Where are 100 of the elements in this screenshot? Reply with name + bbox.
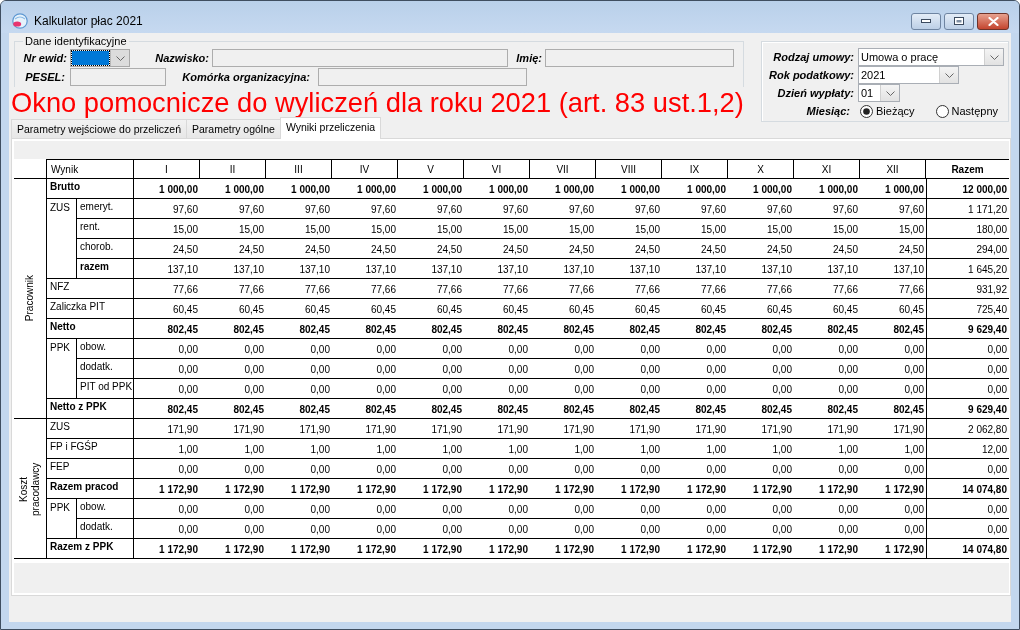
chevron-down-icon [885,90,895,96]
table-cell: 14 074,80 [926,539,1009,559]
table-cell: 97,60 [398,199,464,219]
table-cell: 0,00 [134,499,200,519]
text-field[interactable] [545,49,734,67]
table-cell: 0,00 [596,499,662,519]
table-cell: 15,00 [134,219,200,239]
table-cell: 1 172,90 [332,539,398,559]
minimize-button[interactable] [911,12,941,30]
dropdown-button[interactable] [880,85,899,101]
table-cell: 0,00 [596,459,662,479]
column-header: VIII [596,159,662,179]
table-cell: 60,45 [530,299,596,319]
table-cell: 0,00 [794,359,860,379]
table-cell: 0,00 [926,519,1009,539]
field-label: Dzień wypłaty: [776,87,854,99]
table-cell: 97,60 [794,199,860,219]
close-icon [987,16,999,26]
table-cell: 1,00 [464,439,530,459]
table-cell: 0,00 [332,379,398,399]
subgroup-label: ZUS [50,202,70,213]
row-label: rent. [77,219,134,239]
combo-box[interactable] [70,49,130,67]
table-cell: 171,90 [662,419,728,439]
table-cell: 0,00 [596,379,662,399]
radio-option[interactable]: Następny [935,104,998,118]
table-cell: 1 172,90 [530,479,596,499]
combo-box[interactable]: Umowa o pracę [858,48,1004,66]
chevron-down-icon [944,72,954,78]
table-cell: 24,50 [332,239,398,259]
table-cell: 24,50 [794,239,860,259]
table-cell: 1,00 [134,439,200,459]
radio-option[interactable]: Bieżący [860,104,915,118]
dropdown-button[interactable] [984,49,1003,65]
text-field[interactable] [212,49,508,67]
text-field[interactable] [318,68,527,86]
window-title: Kalkulator płac 2021 [34,14,143,28]
column-header: VII [530,159,596,179]
table-cell: 802,45 [266,319,332,339]
field-label: Komórka organizacyjna: [181,71,311,83]
table-cell: 171,90 [794,419,860,439]
column-header: III [266,159,332,179]
table-cell: 97,60 [662,199,728,219]
text-field[interactable] [70,68,166,86]
chevron-down-icon [115,55,125,61]
table-cell: 0,00 [332,519,398,539]
table-cell: 0,00 [398,459,464,479]
table-cell: 9 629,40 [926,399,1009,419]
table-cell: 802,45 [134,399,200,419]
table-cell: 1 172,90 [794,539,860,559]
table-cell: 1,00 [266,439,332,459]
field-label: Miesiąc: [805,105,851,117]
column-header: XI [794,159,860,179]
table-cell: 0,00 [530,459,596,479]
table-cell: 1 000,00 [530,179,596,199]
table-cell: 0,00 [200,499,266,519]
table-cell: 137,10 [134,259,200,279]
table-cell: 137,10 [530,259,596,279]
row-label: FEP [47,459,134,479]
table-cell: 1 000,00 [662,179,728,199]
table-cell: 802,45 [794,399,860,419]
table-cell: 15,00 [860,219,926,239]
table-cell: 802,45 [860,399,926,419]
table-cell: 0,00 [464,519,530,539]
table-cell: 0,00 [398,499,464,519]
table-cell: 77,66 [134,279,200,299]
dropdown-button[interactable] [939,67,958,83]
table-cell: 97,60 [332,199,398,219]
tab[interactable]: Parametry wejściowe do przeliczeń [11,119,187,138]
table-cell: 77,66 [530,279,596,299]
table-cell: 15,00 [332,219,398,239]
table-cell: 802,45 [662,399,728,419]
table-cell: 1 645,20 [926,259,1009,279]
table-cell: 24,50 [464,239,530,259]
combo-box[interactable]: 2021 [858,66,959,84]
table-cell: 1 000,00 [398,179,464,199]
table-cell: 0,00 [266,339,332,359]
tab[interactable]: Wyniki przeliczenia [279,117,382,139]
table-cell: 1 172,90 [398,479,464,499]
tab[interactable]: Parametry ogólne [186,119,281,138]
table-cell: 1 000,00 [266,179,332,199]
table-cell: 0,00 [464,499,530,519]
combo-box[interactable]: 01 [858,84,900,102]
table-cell: 802,45 [728,399,794,419]
table-cell: 1 000,00 [134,179,200,199]
table-cell: 12 000,00 [926,179,1009,199]
dropdown-button[interactable] [110,50,129,66]
table-cell: 0,00 [662,459,728,479]
maximize-button[interactable] [944,12,974,30]
subgroup-label: PPK [50,342,70,353]
table-cell: 1,00 [596,439,662,459]
table-cell: 1 000,00 [596,179,662,199]
table-cell: 0,00 [398,339,464,359]
table-cell: 137,10 [728,259,794,279]
close-button[interactable] [977,12,1009,30]
table-cell: 171,90 [266,419,332,439]
app-icon [12,13,28,29]
table-cell: 802,45 [530,319,596,339]
table-cell: 97,60 [266,199,332,219]
table-cell: 77,66 [332,279,398,299]
